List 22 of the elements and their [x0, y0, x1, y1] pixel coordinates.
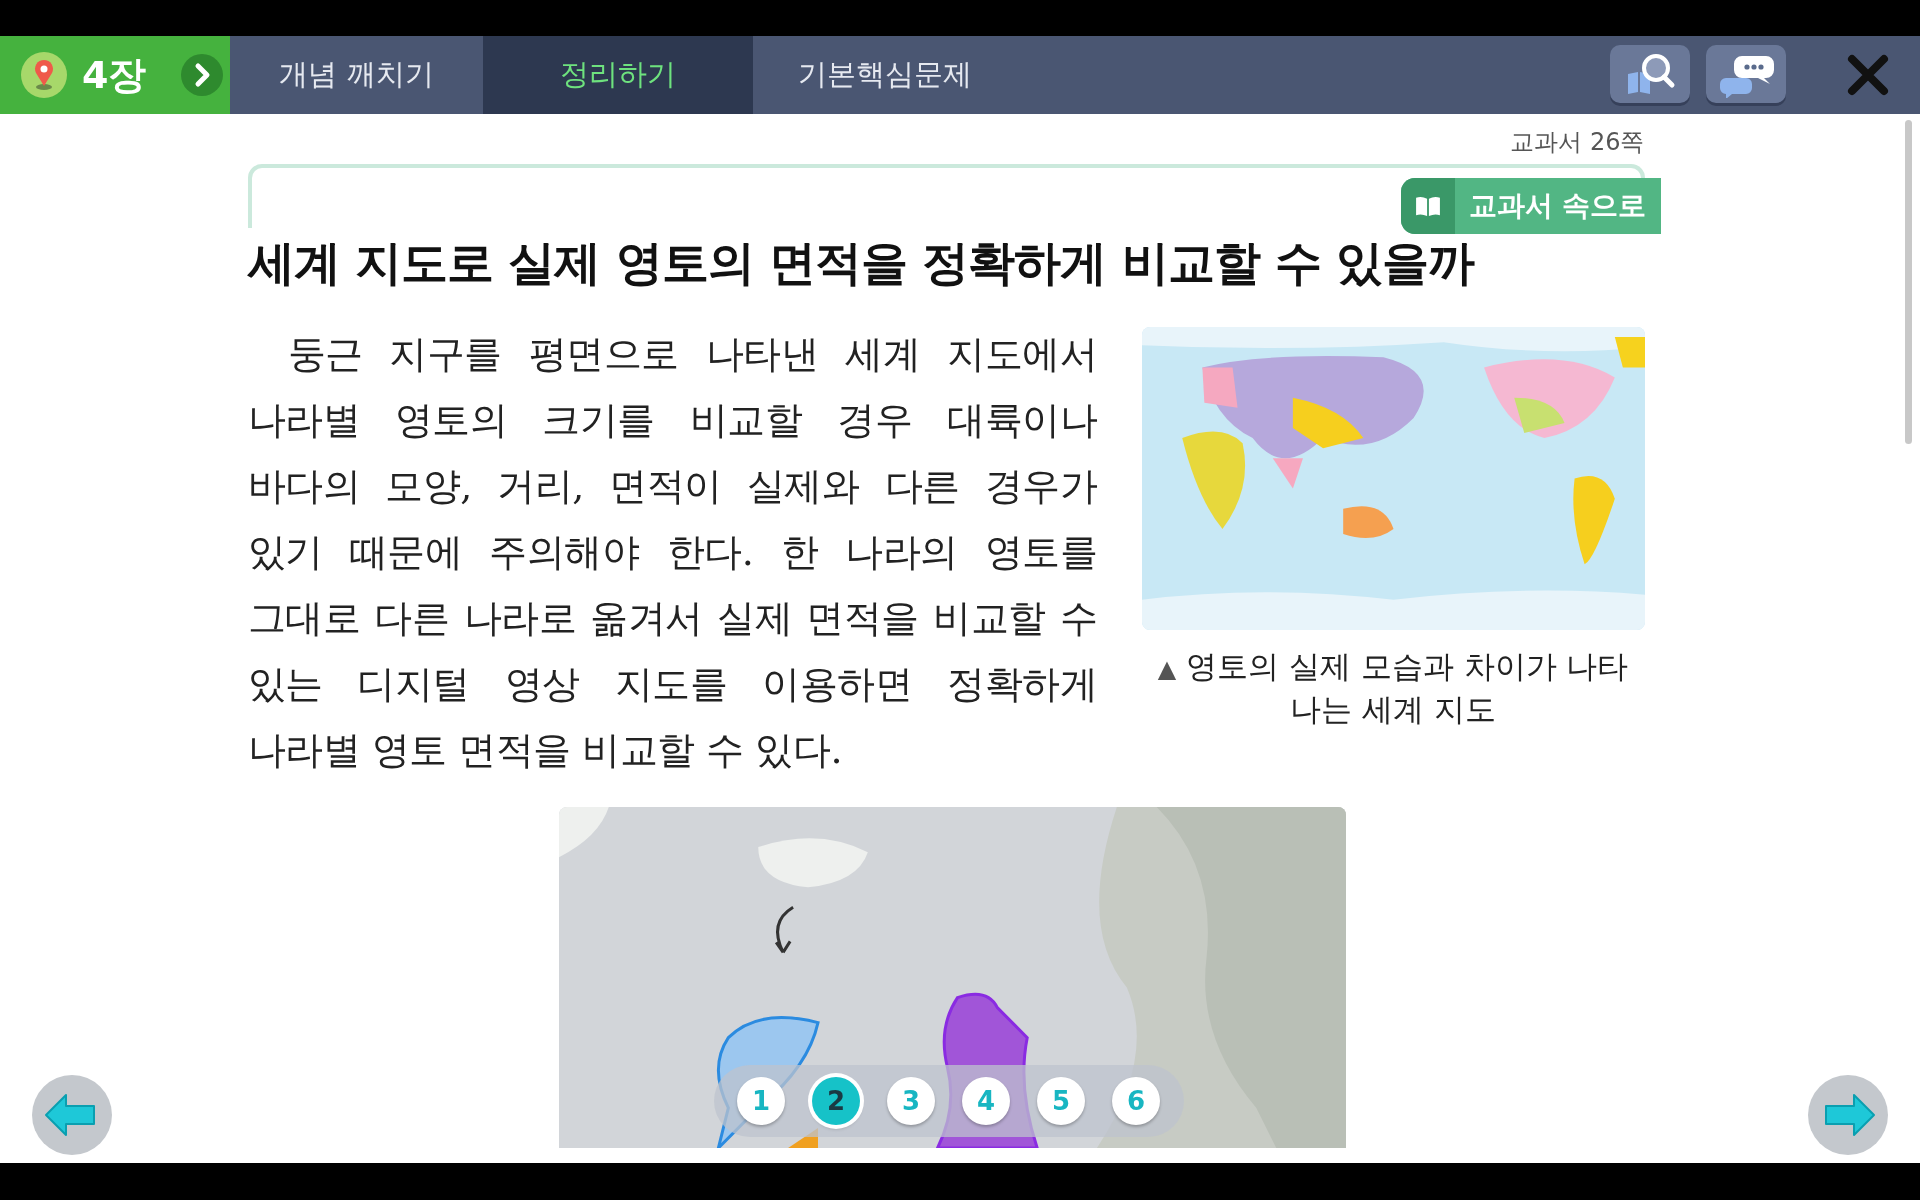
page-button[interactable]: 2	[812, 1077, 860, 1125]
section-tag-label: 교과서 속으로	[1467, 188, 1648, 224]
page-button[interactable]: 1	[737, 1077, 785, 1125]
chapter-label: 4장	[82, 51, 147, 99]
close-icon[interactable]	[1846, 53, 1890, 97]
map-pin-icon	[20, 51, 68, 99]
previous-arrow-button[interactable]	[32, 1075, 112, 1155]
scrollbar-thumb[interactable]	[1905, 120, 1912, 444]
chevron-right-icon[interactable]	[180, 53, 224, 97]
body-paragraph: 둥근 지구를 평면으로 나타낸 세계 지도에서 나라별 영토의 크기를 비교할 경우 대륙이나 바다의 모양, 거리, 면적이 실제와 다른 경우가 있기 때문에 주의해야 한다. 한 나라의 영토를 그대로 다른 나라로 옮겨서 실제 면적을 비교할 수 있는 디지털 영상 지도를 이용하면 정확하게 나라별 영토 면적을 비교할 수 있다.	[247, 331, 1098, 774]
page-button[interactable]: 5	[1037, 1077, 1085, 1125]
next-arrow-button[interactable]	[1808, 1075, 1888, 1155]
page-reference: 교과서 26쪽	[1510, 127, 1645, 158]
book-search-button[interactable]	[1610, 45, 1690, 103]
nav-tab[interactable]: 정리하기	[483, 36, 753, 114]
chat-button[interactable]	[1706, 45, 1786, 103]
page-button[interactable]: 3	[887, 1077, 935, 1125]
figure-caption: ▲ 영토의 실제 모습과 차이가 나타나는 세계 지도	[1156, 647, 1630, 729]
page-button[interactable]: 6	[1112, 1077, 1160, 1125]
book-icon	[1414, 195, 1441, 217]
section-title: 세계 지도로 실제 영토의 면적을 정확하게 비교할 수 있을까	[247, 234, 1476, 292]
page-button[interactable]: 4	[962, 1077, 1010, 1125]
